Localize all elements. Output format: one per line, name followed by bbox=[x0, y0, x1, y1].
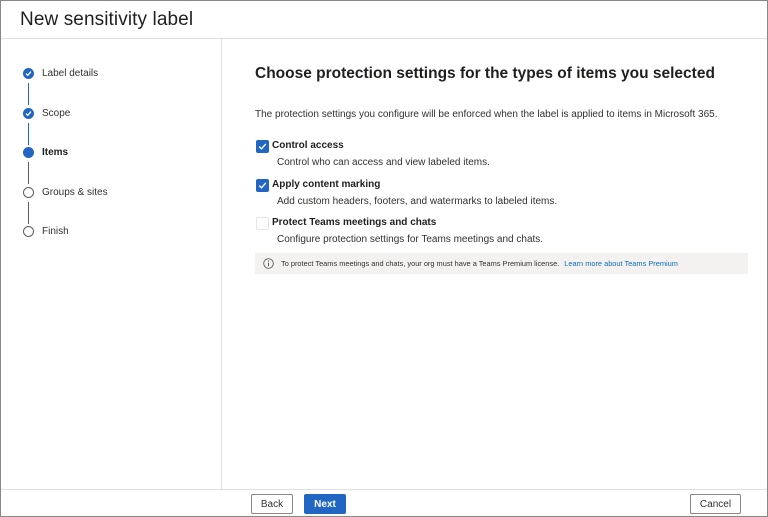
option-subtitle: Configure protection settings for Teams … bbox=[277, 234, 544, 245]
step-finish[interactable]: Finish bbox=[23, 224, 69, 238]
option-title[interactable]: Apply content marking bbox=[272, 179, 380, 190]
option-title[interactable]: Protect Teams meetings and chats bbox=[272, 217, 436, 228]
empty-circle-icon bbox=[23, 225, 34, 237]
step-label-details[interactable]: Label details bbox=[23, 66, 98, 80]
wizard-footer: Back Next Cancel bbox=[1, 489, 767, 517]
content-marking-checkbox[interactable] bbox=[256, 179, 269, 192]
teams-protection-checkbox[interactable] bbox=[256, 217, 269, 230]
step-groups-sites[interactable]: Groups & sites bbox=[23, 185, 108, 199]
option-title[interactable]: Control access bbox=[272, 140, 344, 151]
wizard-window: New sensitivity label Label details Scop… bbox=[0, 0, 768, 517]
learn-more-teams-premium-link[interactable]: Learn more about Teams Premium bbox=[564, 259, 678, 268]
control-access-checkbox[interactable] bbox=[256, 140, 269, 153]
step-scope[interactable]: Scope bbox=[23, 106, 70, 120]
option-subtitle: Add custom headers, footers, and waterma… bbox=[277, 196, 558, 207]
next-button[interactable]: Next bbox=[304, 494, 346, 514]
empty-circle-icon bbox=[23, 186, 34, 198]
page-title: New sensitivity label bbox=[20, 9, 194, 30]
step-connector bbox=[28, 123, 29, 145]
check-circle-icon bbox=[23, 107, 34, 119]
step-items[interactable]: Items bbox=[23, 145, 68, 159]
option-subtitle: Control who can access and view labeled … bbox=[277, 157, 490, 168]
wizard-steps-sidebar: Label details Scope Items Groups & sites… bbox=[1, 39, 222, 489]
info-banner: To protect Teams meetings and chats, you… bbox=[255, 253, 748, 274]
main-content: Choose protection settings for the types… bbox=[223, 39, 767, 489]
step-connector bbox=[28, 162, 29, 184]
step-label: Groups & sites bbox=[42, 186, 108, 198]
info-text: To protect Teams meetings and chats, you… bbox=[281, 259, 560, 268]
info-icon bbox=[263, 258, 274, 269]
step-label: Scope bbox=[42, 107, 71, 119]
check-circle-icon bbox=[23, 67, 34, 79]
back-button[interactable]: Back bbox=[251, 494, 293, 514]
step-connector bbox=[28, 202, 29, 224]
current-step-icon bbox=[23, 146, 34, 158]
step-connector bbox=[28, 83, 29, 105]
section-heading: Choose protection settings for the types… bbox=[255, 65, 715, 82]
step-label: Items bbox=[42, 146, 69, 158]
wizard-header: New sensitivity label bbox=[1, 1, 767, 39]
section-description: The protection settings you configure wi… bbox=[255, 109, 718, 120]
cancel-button[interactable]: Cancel bbox=[690, 494, 741, 514]
step-label: Label details bbox=[42, 67, 99, 79]
step-label: Finish bbox=[42, 225, 69, 237]
